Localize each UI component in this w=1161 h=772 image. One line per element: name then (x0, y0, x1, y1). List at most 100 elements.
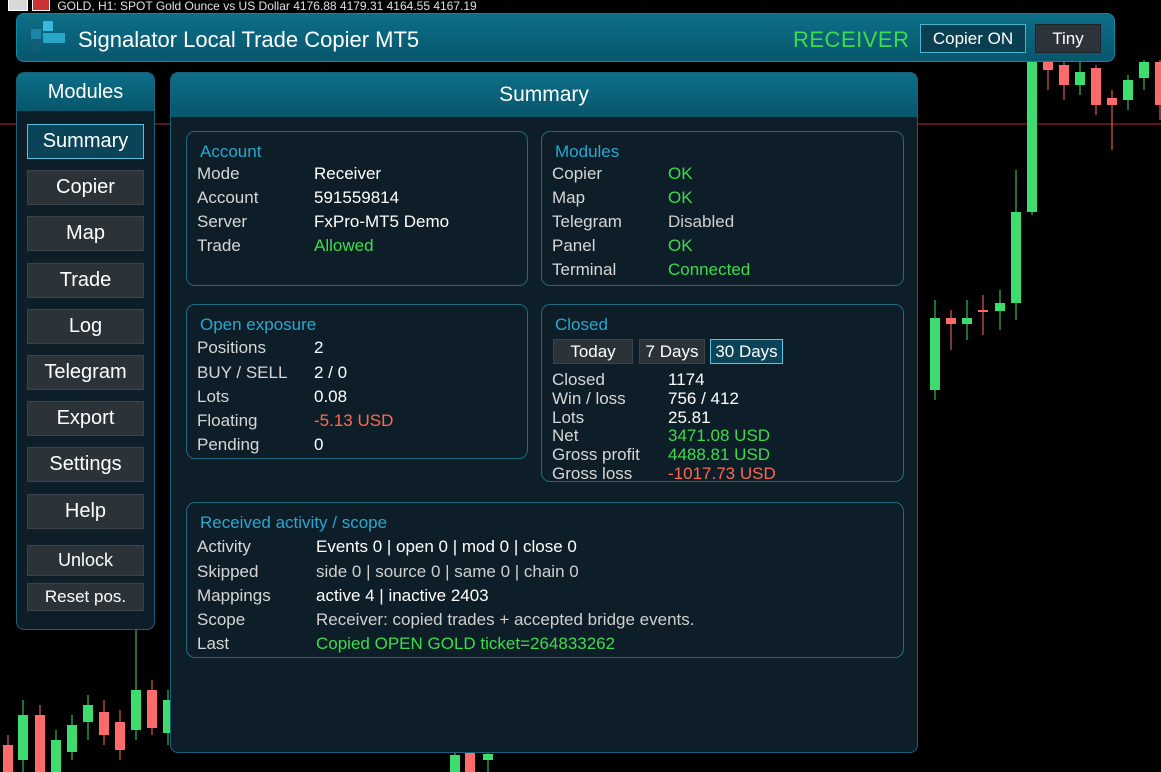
activity-card-title: Received activity / scope (200, 513, 388, 532)
modules-status-terminal: Connected (668, 260, 751, 279)
modules-label-map: Map (552, 188, 586, 207)
modules-status-copier: OK (668, 164, 693, 183)
account-label-mode: Mode (197, 164, 240, 183)
candle-body (18, 715, 28, 760)
activity-value-mappings: active 4 | inactive 2403 (316, 586, 489, 605)
candle-body (1091, 68, 1101, 105)
sidebar-item-settings[interactable]: Settings (27, 447, 144, 482)
summary-panel: Summary Account Mode Receiver Account 59… (170, 72, 918, 753)
modules-card: Modules Copier OK Map OK Telegram Disabl… (541, 131, 904, 286)
account-value-mode: Receiver (314, 164, 382, 183)
closed-value-win-loss: 756 / 412 (668, 389, 739, 408)
modules-card-title: Modules (555, 142, 620, 161)
exposure-label-buy-sell: BUY / SELL (197, 363, 288, 382)
modules-label-copier: Copier (552, 164, 603, 183)
reset-position-button[interactable]: Reset pos. (27, 583, 144, 611)
activity-value-skipped: side 0 | source 0 | same 0 | chain 0 (316, 562, 579, 581)
account-card-title: Account (200, 142, 262, 161)
exposure-label-lots: Lots (197, 387, 230, 406)
account-label-account: Account (197, 188, 259, 207)
modules-status-telegram: Disabled (668, 212, 735, 231)
closed-value-net: 3471.08 USD (668, 426, 771, 445)
sidebar-item-trade[interactable]: Trade (27, 263, 144, 298)
closed-card-title: Closed (555, 315, 608, 334)
modules-label-terminal: Terminal (552, 260, 617, 279)
candle-body (67, 725, 77, 752)
open-exposure-card: Open exposure Positions 2 BUY / SELL 2 /… (186, 304, 528, 459)
activity-label-scope: Scope (197, 610, 246, 629)
candle-body (930, 318, 940, 390)
sidebar-item-telegram[interactable]: Telegram (27, 355, 144, 390)
closed-label-lots: Lots (552, 408, 585, 427)
app-title: Signalator Local Trade Copier MT5 (78, 27, 420, 52)
period-7-days-button[interactable]: 7 Days (639, 339, 705, 364)
modules-label-telegram: Telegram (552, 212, 622, 231)
closed-card: Closed Today 7 Days 30 Days Closed 1174 … (541, 304, 904, 483)
modules-status-map: OK (668, 188, 693, 207)
exposure-card-title: Open exposure (200, 315, 317, 334)
chart-title-text: GOLD, H1: SPOT Gold Ounce vs US Dollar 4… (57, 0, 477, 13)
sidebar-item-log[interactable]: Log (27, 309, 144, 344)
activity-value-last: Copied OPEN GOLD ticket=264833262 (316, 634, 616, 653)
closed-value-gross-profit: 4488.81 USD (668, 445, 771, 464)
sidebar-title: Modules (17, 73, 154, 111)
modules-sidebar: Modules Summary Copier Map Trade Log Tel… (16, 72, 155, 630)
closed-label-gross-profit: Gross profit (552, 445, 640, 464)
candle-body (1075, 72, 1085, 85)
candle-body (946, 318, 956, 324)
mode-badge: RECEIVER (793, 27, 910, 52)
symbol-flag-icon (32, 0, 50, 11)
account-value-trade: Allowed (314, 236, 374, 255)
closed-value-count: 1174 (668, 370, 705, 389)
account-card: Account Mode Receiver Account 591559814 … (186, 131, 528, 286)
candle-body (978, 310, 988, 312)
sidebar-item-copier[interactable]: Copier (27, 170, 144, 205)
candle-body (3, 745, 13, 772)
candle-body (51, 740, 61, 772)
candle-body (995, 303, 1005, 311)
chart-title: GOLD, H1: SPOT Gold Ounce vs US Dollar 4… (8, 0, 477, 13)
exposure-label-floating: Floating (197, 411, 258, 430)
candle-body (115, 722, 125, 750)
period-today-button[interactable]: Today (553, 339, 633, 364)
closed-label-count: Closed (552, 370, 605, 389)
account-label-server: Server (197, 212, 248, 231)
candle-body (99, 712, 109, 735)
sidebar-item-export[interactable]: Export (27, 401, 144, 436)
closed-value-lots: 25.81 (668, 408, 711, 427)
sidebar-item-map[interactable]: Map (27, 216, 144, 251)
sidebar-item-summary[interactable]: Summary (27, 124, 144, 159)
closed-label-gross-loss: Gross loss (552, 464, 633, 483)
candle-body (1123, 80, 1133, 100)
candle-body (465, 752, 475, 772)
app-header: Signalator Local Trade Copier MT5 RECEIV… (16, 13, 1115, 62)
candle-body (1043, 62, 1053, 70)
candle-body (1059, 65, 1069, 85)
candle-body (1011, 212, 1021, 303)
account-value-server: FxPro-MT5 Demo (314, 212, 450, 231)
modules-status-panel: OK (668, 236, 693, 255)
logo-icon (29, 21, 65, 51)
period-30-days-button[interactable]: 30 Days (710, 339, 783, 364)
unlock-button[interactable]: Unlock (27, 545, 144, 576)
candle-body (450, 755, 460, 772)
activity-label-last: Last (197, 634, 230, 653)
received-activity-card: Received activity / scope Activity Event… (186, 502, 904, 658)
candle-body (1155, 62, 1161, 105)
tiny-mode-button[interactable]: Tiny (1035, 24, 1101, 53)
closed-value-gross-loss: -1017.73 USD (668, 464, 776, 483)
account-value-account: 591559814 (314, 188, 400, 207)
candle-body (131, 690, 141, 730)
candle-body (483, 754, 493, 760)
sidebar-item-help[interactable]: Help (27, 494, 144, 529)
activity-label-mappings: Mappings (197, 586, 271, 605)
closed-label-net: Net (552, 426, 579, 445)
exposure-value-buy-sell: 2 / 0 (314, 363, 348, 382)
copier-toggle-button[interactable]: Copier ON (920, 24, 1026, 53)
candle-body (962, 318, 972, 324)
candle-body (83, 705, 93, 722)
candle-body (1139, 62, 1149, 78)
exposure-value-floating: -5.13 USD (314, 411, 394, 430)
exposure-label-pending: Pending (197, 435, 260, 454)
candle-body (35, 715, 45, 772)
